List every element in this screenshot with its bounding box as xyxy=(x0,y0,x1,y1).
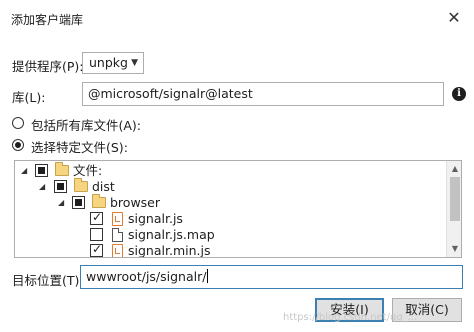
info-icon[interactable]: i xyxy=(452,87,466,101)
file-icon xyxy=(112,228,123,242)
tree-node-label: signalr.min.js xyxy=(128,243,211,258)
folder-icon xyxy=(55,162,69,176)
include-all-radio[interactable] xyxy=(12,117,24,129)
tree-checkbox[interactable] xyxy=(90,210,103,225)
expand-arrow-icon[interactable]: ◢ xyxy=(21,166,27,175)
library-input[interactable]: @microsoft/signalr@latest xyxy=(82,82,444,106)
tree-node-signalr-js-map[interactable]: signalr.js.map xyxy=(15,227,445,244)
chevron-down-icon: ▼ xyxy=(131,58,138,68)
expand-arrow-icon[interactable]: ◢ xyxy=(58,198,64,207)
tree-checkbox[interactable] xyxy=(54,180,67,193)
target-input-value: wwwroot/js/signalr/ xyxy=(86,269,207,284)
text-caret xyxy=(207,269,209,283)
file-tree[interactable]: ◢ 文件: ◢ dist ◢ browser signalr.js signal… xyxy=(14,160,462,258)
tree-checkbox[interactable] xyxy=(35,164,48,177)
choose-specific-radio[interactable] xyxy=(12,139,24,151)
target-label: 目标位置(T): xyxy=(12,273,84,288)
provider-dropdown[interactable]: unpkg ▼ xyxy=(82,52,144,74)
folder-icon xyxy=(92,194,106,208)
tree-checkbox[interactable] xyxy=(72,196,85,209)
tree-node-browser[interactable]: ◢ browser xyxy=(15,194,445,212)
tree-node-label: 文件: xyxy=(73,163,103,178)
library-input-value: @microsoft/signalr@latest xyxy=(88,86,253,101)
tree-node-label: signalr.js xyxy=(128,211,183,226)
tree-node-label: dist xyxy=(92,179,115,194)
close-icon[interactable]: ✕ xyxy=(442,6,466,30)
choose-specific-label[interactable]: 选择特定文件(S): xyxy=(31,137,128,156)
target-location-input[interactable]: wwwroot/js/signalr/ xyxy=(80,265,463,289)
tree-node-label: browser xyxy=(110,195,161,210)
tree-node-dist[interactable]: ◢ dist xyxy=(15,178,445,196)
window-title: 添加客户端库 xyxy=(11,13,84,27)
js-file-icon xyxy=(112,244,123,257)
expand-arrow-icon[interactable]: ◢ xyxy=(39,182,45,191)
tree-scrollbar[interactable]: ▲ ▼ xyxy=(446,161,461,257)
scroll-thumb[interactable] xyxy=(450,177,460,221)
title-bar: 添加客户端库 ✕ xyxy=(0,0,474,36)
tree-node-label: signalr.js.map xyxy=(128,227,215,242)
tree-checkbox[interactable] xyxy=(90,228,103,241)
provider-label: 提供程序(P): xyxy=(12,59,84,74)
watermark: https://blog.csdn.net/qq_... xyxy=(283,312,418,323)
include-all-label[interactable]: 包括所有库文件(A): xyxy=(31,115,141,134)
tree-node-signalr-js[interactable]: signalr.js xyxy=(15,210,445,228)
provider-value: unpkg xyxy=(89,55,128,70)
js-file-icon xyxy=(112,212,123,226)
tree-checkbox[interactable] xyxy=(90,242,103,257)
tree-node-signalr-min-js[interactable]: signalr.min.js xyxy=(15,242,445,258)
scroll-up-icon[interactable]: ▲ xyxy=(447,161,461,177)
library-label: 库(L): xyxy=(12,90,46,105)
scroll-down-icon[interactable]: ▼ xyxy=(447,241,461,257)
folder-icon xyxy=(74,178,88,192)
